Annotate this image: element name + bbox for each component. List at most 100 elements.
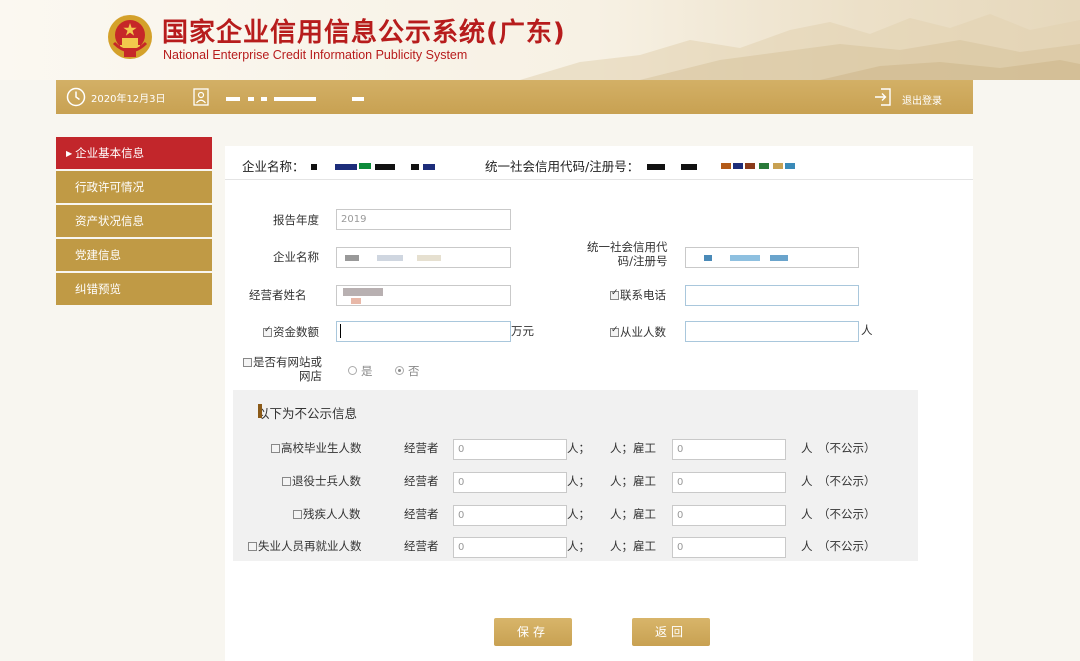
- credit-code-label: 统一社会信用代码/注册号：: [485, 159, 640, 174]
- reemployed-checkbox[interactable]: [248, 542, 257, 551]
- non-public-title: 以下为不公示信息: [257, 406, 358, 421]
- radio-selected-icon: [395, 366, 404, 375]
- reemployed-count-label: 失业人员再就业人数: [248, 538, 362, 554]
- veteran-employee-field[interactable]: 0: [672, 472, 786, 493]
- operator-name-field[interactable]: [336, 285, 511, 306]
- website-checkbox[interactable]: [243, 358, 252, 367]
- sidebar-item-basic-info[interactable]: ▶ 企业基本信息: [56, 137, 212, 169]
- radio-icon: [348, 366, 357, 375]
- employee-label: 人；雇工: [610, 474, 656, 488]
- sidebar: ▶ 企业基本信息 行政许可情况 资产状况信息 党建信息 纠错预览: [56, 137, 212, 307]
- sidebar-item-correction-preview[interactable]: 纠错预览: [56, 273, 212, 305]
- website-radio-no[interactable]: 否: [395, 363, 420, 379]
- capital-checkbox[interactable]: [263, 325, 272, 337]
- phone-checkbox[interactable]: [610, 288, 619, 300]
- save-button[interactable]: 保存: [494, 618, 572, 646]
- top-toolbar: 2020年12月3日 退出登录: [56, 80, 973, 114]
- logout-link[interactable]: 退出登录: [902, 92, 942, 107]
- sidebar-item-label: 行政许可情况: [75, 180, 144, 194]
- report-year-label: 报告年度: [273, 213, 319, 227]
- text-cursor: [340, 324, 341, 338]
- redacted-credit-code-part: [721, 163, 731, 169]
- employee-label: 人；雇工: [610, 507, 656, 521]
- redacted-value-part: [351, 298, 361, 304]
- sidebar-item-label: 资产状况信息: [75, 214, 144, 228]
- not-public-note: （不公示）: [818, 441, 876, 455]
- website-label-line2: 网店: [299, 369, 322, 383]
- company-name-field[interactable]: [336, 247, 511, 268]
- redacted-credit-code-part: [759, 163, 769, 169]
- report-year-field[interactable]: 2019: [336, 209, 511, 230]
- redacted-username: [226, 97, 240, 101]
- redacted-value-part: [770, 255, 788, 261]
- sidebar-item-party-building[interactable]: 党建信息: [56, 239, 212, 271]
- employee-label: 人；雇工: [610, 441, 656, 455]
- employees-checkbox[interactable]: [610, 325, 619, 337]
- employees-field[interactable]: [685, 321, 859, 342]
- veteran-operator-field[interactable]: 0: [453, 472, 567, 493]
- grad-label-text: 高校毕业生人数: [281, 441, 362, 455]
- website-label-line1: 是否有网站或: [253, 355, 322, 369]
- grad-operator-field[interactable]: 0: [453, 439, 567, 460]
- sidebar-item-assets[interactable]: 资产状况信息: [56, 205, 212, 237]
- veteran-count-label: 退役士兵人数: [282, 473, 361, 489]
- redacted-company-name-part: [411, 164, 419, 170]
- redacted-credit-code-part: [773, 163, 783, 169]
- current-date: 2020年12月3日: [91, 94, 166, 105]
- not-public-note: （不公示）: [818, 539, 876, 553]
- back-button[interactable]: 返回: [632, 618, 710, 646]
- site-title: 国家企业信用信息公示系统(广东): [162, 18, 566, 48]
- unit-label: 人: [801, 507, 813, 521]
- unit-label: 人: [801, 539, 813, 553]
- site-header: 国家企业信用信息公示系统(广东) National Enterprise Cre…: [0, 0, 1080, 80]
- disabled-employee-field[interactable]: 0: [672, 505, 786, 526]
- disabled-label-text: 残疾人人数: [303, 507, 361, 521]
- redacted-company-name-part: [335, 164, 357, 170]
- disabled-checkbox[interactable]: [293, 510, 302, 519]
- not-public-note: （不公示）: [818, 474, 876, 488]
- national-emblem-icon: [108, 15, 152, 59]
- capital-label-text: 资金数额: [273, 325, 319, 339]
- not-public-note: （不公示）: [818, 507, 876, 521]
- disabled-operator-field[interactable]: 0: [453, 505, 567, 526]
- employee-label: 人；雇工: [610, 539, 656, 553]
- veteran-label-text: 退役士兵人数: [292, 474, 361, 488]
- redacted-username-part: [261, 97, 267, 101]
- clock-icon: [66, 87, 86, 107]
- mountain-landscape-image: [520, 14, 1080, 80]
- user-card-icon: [193, 88, 209, 106]
- redacted-company-name-part: [359, 163, 371, 169]
- phone-field[interactable]: [685, 285, 859, 306]
- unit-label: 人；: [567, 474, 590, 488]
- unit-label: 人: [801, 441, 813, 455]
- veteran-checkbox[interactable]: [282, 477, 291, 486]
- credit-code-label-line2: 码/注册号: [617, 254, 668, 268]
- capital-field[interactable]: [336, 321, 511, 342]
- redacted-username-part: [248, 97, 254, 101]
- sidebar-item-label: 党建信息: [75, 248, 121, 262]
- redacted-value: [345, 255, 359, 261]
- redacted-company-name: [311, 164, 317, 170]
- sidebar-item-label: 企业基本信息: [75, 146, 145, 160]
- unit-label: 人；: [567, 539, 590, 553]
- company-info-bar: 企业名称： 统一社会信用代码/注册号：: [225, 146, 973, 180]
- reemployed-operator-field[interactable]: 0: [453, 537, 567, 558]
- redacted-value-part: [417, 255, 441, 261]
- operator-name-label: 经营者姓名: [249, 288, 307, 302]
- grad-checkbox[interactable]: [271, 444, 280, 453]
- unit-label: 人: [801, 474, 813, 488]
- phone-label-text: 联系电话: [620, 288, 666, 302]
- redacted-value-part: [377, 255, 403, 261]
- site-subtitle: National Enterprise Credit Information P…: [163, 48, 468, 62]
- sidebar-item-admin-license[interactable]: 行政许可情况: [56, 171, 212, 203]
- credit-code-form-label: 统一社会信用代 码/注册号: [587, 240, 668, 268]
- redacted-credit-code: [647, 164, 665, 170]
- credit-code-field[interactable]: [685, 247, 859, 268]
- grad-employee-field[interactable]: 0: [672, 439, 786, 460]
- website-no-label: 否: [408, 364, 420, 378]
- website-label: 是否有网站或 网店: [243, 355, 322, 383]
- website-radio-yes[interactable]: 是: [348, 363, 373, 379]
- logout-icon[interactable]: [874, 87, 892, 107]
- reemployed-label-text: 失业人员再就业人数: [258, 539, 362, 553]
- reemployed-employee-field[interactable]: 0: [672, 537, 786, 558]
